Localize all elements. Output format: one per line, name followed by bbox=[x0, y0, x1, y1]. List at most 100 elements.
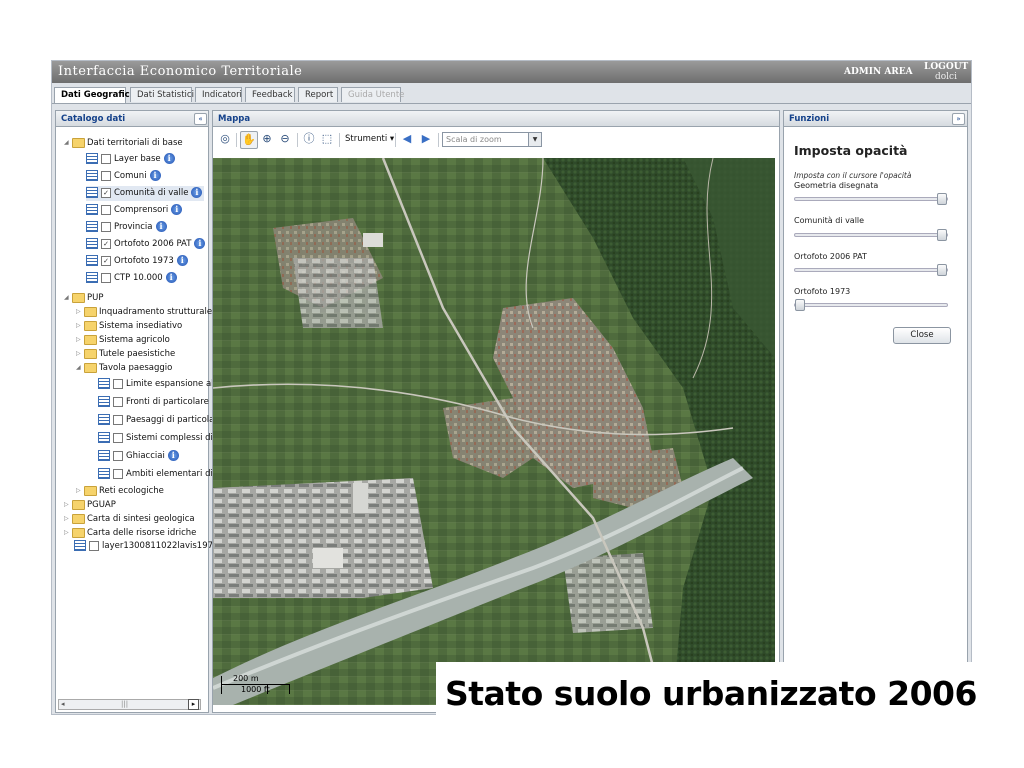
layer-item[interactable]: Fronti di particolare pre bbox=[98, 395, 225, 410]
info-icon[interactable]: i bbox=[155, 221, 167, 232]
tree-node[interactable]: ▷ Carta delle risorse idriche bbox=[64, 525, 196, 540]
info-icon[interactable]: i bbox=[165, 272, 177, 283]
chevron-down-icon[interactable]: ▼ bbox=[528, 133, 541, 146]
logout-link[interactable]: LOGOUT bbox=[924, 62, 968, 72]
layer-item[interactable]: Comuni i bbox=[86, 169, 161, 184]
close-button[interactable]: Close bbox=[893, 327, 951, 344]
scale-feet: 1000 ft bbox=[241, 685, 270, 694]
layer-item[interactable]: ✓ Ortofoto 2006 PAT i bbox=[86, 237, 206, 252]
opacity-slider-geometria[interactable] bbox=[794, 193, 948, 205]
layer-item-selected[interactable]: ✓ Comunità di valle i bbox=[86, 186, 204, 201]
opacity-slider-ortofoto-2006[interactable] bbox=[794, 264, 948, 276]
layer-checkbox[interactable] bbox=[101, 272, 111, 283]
tree-node[interactable]: ▷ Inquadramento strutturale bbox=[76, 304, 212, 319]
folder-icon bbox=[72, 499, 85, 510]
folder-icon bbox=[72, 527, 85, 538]
history-back-icon[interactable]: ◀ bbox=[399, 131, 415, 147]
layer-checkbox[interactable] bbox=[113, 468, 123, 479]
layer-icon bbox=[98, 432, 110, 443]
layer-item[interactable]: CTP 10.000 i bbox=[86, 271, 177, 286]
tree-node[interactable]: ▷ Carta di sintesi geologica bbox=[64, 511, 195, 526]
info-icon[interactable]: i bbox=[194, 238, 206, 249]
layer-checkbox-checked[interactable]: ✓ bbox=[101, 255, 111, 266]
layer-item[interactable]: Paesaggi di particolare bbox=[98, 413, 223, 428]
layer-icon bbox=[86, 204, 98, 215]
layer-item[interactable]: Ambiti elementari di pa bbox=[98, 467, 226, 482]
map-view[interactable]: 200 m 1000 ft bbox=[213, 158, 775, 705]
tree-node-tavola-paesaggio[interactable]: ◢ Tavola paesaggio bbox=[76, 360, 172, 375]
layer-checkbox[interactable] bbox=[113, 432, 123, 443]
history-forward-icon[interactable]: ▶ bbox=[418, 131, 434, 147]
slide-caption: Stato suolo urbanizzato 2006 bbox=[436, 662, 1000, 732]
info-icon[interactable]: i bbox=[171, 204, 183, 215]
zoom-in-icon[interactable]: ⊕ bbox=[259, 131, 275, 147]
layer-item[interactable]: Limite espansione abit bbox=[98, 377, 222, 392]
zoom-out-icon[interactable]: ⊖ bbox=[277, 131, 293, 147]
info-icon[interactable]: i bbox=[176, 255, 188, 266]
opacity-hint: Imposta con il cursore l'opacità bbox=[794, 171, 912, 180]
folder-icon bbox=[84, 320, 97, 331]
slider-label: Ortofoto 2006 PAT bbox=[794, 252, 867, 261]
catalog-horizontal-scrollbar[interactable]: ◂ ||| ▸ bbox=[58, 699, 201, 710]
tree-node-dati-territoriali[interactable]: ◢ Dati territoriali di base bbox=[64, 135, 183, 150]
layer-item[interactable]: Ghiacciai i bbox=[98, 449, 179, 464]
layer-checkbox[interactable] bbox=[113, 414, 123, 425]
slider-thumb[interactable] bbox=[937, 229, 947, 241]
caption-text: Stato suolo urbanizzato 2006 bbox=[445, 674, 977, 713]
tab-dati-geografici[interactable]: Dati Geografici bbox=[54, 87, 133, 103]
slider-thumb[interactable] bbox=[937, 264, 947, 276]
double-chevron-right-icon[interactable]: » bbox=[952, 113, 965, 125]
layer-item[interactable]: Sistemi complessi di pa bbox=[98, 431, 226, 446]
scroll-right-icon[interactable]: ▸ bbox=[188, 699, 199, 710]
opacity-slider-comunita[interactable] bbox=[794, 229, 948, 241]
tools-menu[interactable]: Strumenti ▾ bbox=[345, 134, 394, 144]
select-feature-icon[interactable]: ⬚ bbox=[319, 131, 335, 147]
zoom-scale-select[interactable]: Scala di zoom ▼ bbox=[442, 132, 542, 147]
layer-item[interactable]: ✓ Ortofoto 1973 i bbox=[86, 254, 188, 269]
layer-checkbox[interactable] bbox=[113, 378, 123, 389]
scroll-left-icon[interactable]: ◂ bbox=[61, 700, 65, 708]
opacity-slider-ortofoto-1973[interactable] bbox=[794, 299, 948, 311]
layer-checkbox[interactable] bbox=[89, 540, 99, 551]
layer-icon bbox=[98, 450, 110, 461]
layer-checkbox[interactable] bbox=[101, 170, 111, 181]
layer-item[interactable]: Provincia i bbox=[86, 220, 167, 235]
layer-checkbox[interactable] bbox=[113, 396, 123, 407]
layer-checkbox-checked[interactable]: ✓ bbox=[101, 238, 111, 249]
tree-node[interactable]: ▷ Sistema agricolo bbox=[76, 332, 170, 347]
info-icon[interactable]: i bbox=[191, 187, 203, 198]
layer-item[interactable]: Layer base i bbox=[86, 152, 175, 167]
layer-checkbox[interactable] bbox=[101, 204, 111, 215]
layer-checkbox-checked[interactable]: ✓ bbox=[101, 187, 111, 198]
layer-item[interactable]: Comprensori i bbox=[86, 203, 183, 218]
layer-checkbox[interactable] bbox=[101, 221, 111, 232]
double-chevron-left-icon[interactable]: « bbox=[194, 113, 207, 125]
slider-thumb[interactable] bbox=[937, 193, 947, 205]
pan-hand-icon[interactable]: ✋ bbox=[240, 131, 258, 149]
functions-header: Funzioni » bbox=[784, 111, 967, 127]
layer-checkbox[interactable] bbox=[113, 450, 123, 461]
folder-icon bbox=[84, 348, 97, 359]
layer-checkbox[interactable] bbox=[101, 153, 111, 164]
layer-icon bbox=[86, 170, 98, 181]
identify-icon[interactable]: ⓘ bbox=[301, 131, 317, 147]
tab-dati-statistici[interactable]: Dati Statistici bbox=[130, 87, 194, 102]
info-icon[interactable]: i bbox=[167, 450, 179, 461]
tree-node[interactable]: ▷ Tutele paesistiche bbox=[76, 346, 175, 361]
info-icon[interactable]: i bbox=[163, 153, 175, 164]
tree-node[interactable]: ▷ Sistema insediativo bbox=[76, 318, 182, 333]
slider-thumb[interactable] bbox=[795, 299, 805, 311]
slider-label: Comunità di valle bbox=[794, 216, 865, 225]
tab-feedback[interactable]: Feedback bbox=[245, 87, 295, 102]
tree-node-pup[interactable]: ◢ PUP bbox=[64, 290, 103, 305]
tree-node[interactable]: ▷ Reti ecologiche bbox=[76, 483, 164, 498]
scroll-thumb-icon[interactable]: ||| bbox=[121, 700, 128, 708]
info-icon[interactable]: i bbox=[149, 170, 161, 181]
zoom-extent-icon[interactable]: ◎ bbox=[217, 131, 233, 147]
tab-indicatori[interactable]: Indicatori bbox=[195, 87, 242, 102]
admin-area-link[interactable]: ADMIN AREA bbox=[844, 67, 913, 77]
folder-open-icon bbox=[72, 292, 85, 303]
tab-report[interactable]: Report bbox=[298, 87, 338, 102]
layer-item[interactable]: layer1300811022lavis1973 bbox=[74, 539, 218, 554]
tree-node[interactable]: ▷ PGUAP bbox=[64, 497, 116, 512]
